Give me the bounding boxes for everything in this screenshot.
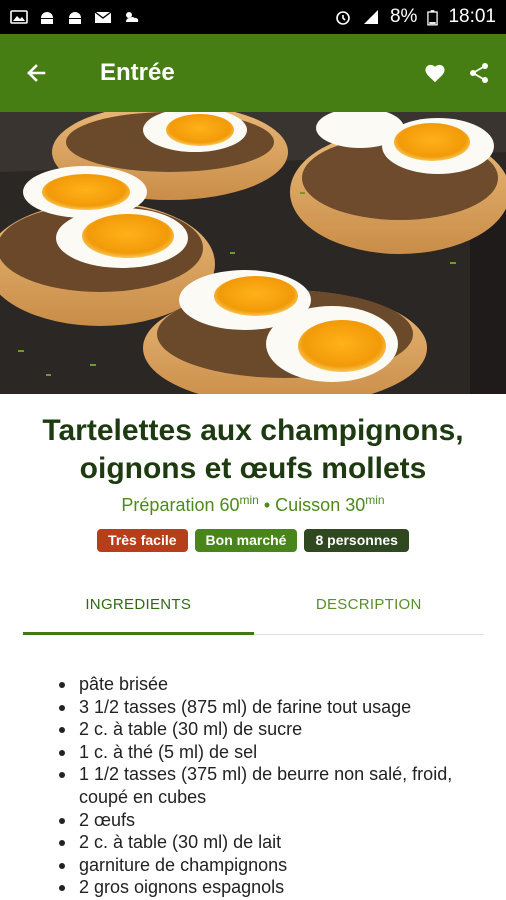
clock-time: 18:01 [448, 6, 496, 27]
share-button[interactable] [466, 60, 492, 86]
list-item: 1 1/2 tasses (375 ml) de beurre non salé… [56, 763, 476, 808]
prep-unit: min [239, 493, 259, 507]
list-item: 2 c. à table (30 ml) de lait [56, 831, 476, 854]
tab-description[interactable]: DESCRIPTION [254, 575, 485, 634]
share-icon [470, 63, 488, 83]
heart-icon [425, 64, 445, 83]
status-bar: 8% 18:01 [0, 0, 506, 34]
arrow-left-icon [27, 64, 46, 82]
battery-percent: 8% [389, 6, 418, 27]
cook-time: Cuisson 30 [275, 495, 366, 515]
screen-title: Entrée [100, 59, 175, 86]
weather-icon [126, 12, 139, 22]
prep-time: Préparation 60 [121, 495, 240, 515]
recipe-photo [0, 112, 506, 394]
list-item: 3 1/2 tasses (875 ml) de farine tout usa… [56, 696, 476, 719]
tab-ingredients[interactable]: INGREDIENTS [23, 575, 254, 635]
list-item: pâte brisée [56, 673, 476, 696]
meta-separator: • [258, 495, 276, 515]
cook-unit: min [365, 493, 385, 507]
recipe-title: Tartelettes aux champignons, oignons et … [42, 414, 464, 485]
gallery-icon [10, 10, 28, 24]
list-item: 1 c. à thé (5 ml) de sel [56, 741, 476, 764]
list-item: 2 c. à table (30 ml) de sucre [56, 718, 476, 741]
app-bar-actions [422, 60, 506, 86]
recipe-badges: Très facile Bon marché 8 personnes [0, 529, 506, 552]
recipe-tabs: INGREDIENTS DESCRIPTION [23, 575, 484, 635]
back-button[interactable] [0, 34, 72, 112]
cost-badge: Bon marché [194, 529, 298, 552]
favorite-button[interactable] [422, 60, 448, 86]
android-icon [41, 12, 53, 24]
app-bar: Entrée [0, 34, 506, 112]
servings-badge: 8 personnes [304, 529, 409, 552]
battery-icon [427, 9, 439, 25]
list-item: 2 gros oignons espagnols [56, 876, 476, 899]
list-item: garniture de champignons [56, 854, 476, 877]
notification-icons [10, 9, 140, 25]
android-icon [69, 12, 81, 24]
alarm-icon [336, 11, 350, 25]
ingredients-list: pâte brisée 3 1/2 tasses (875 ml) de far… [56, 673, 476, 899]
recipe-times: Préparation 60min • Cuisson 30min [0, 493, 506, 516]
signal-icon [363, 10, 378, 24]
difficulty-badge: Très facile [97, 529, 188, 552]
system-icons: 8% 18:01 [334, 6, 496, 28]
mail-icon [94, 11, 112, 23]
list-item: 2 œufs [56, 809, 476, 832]
